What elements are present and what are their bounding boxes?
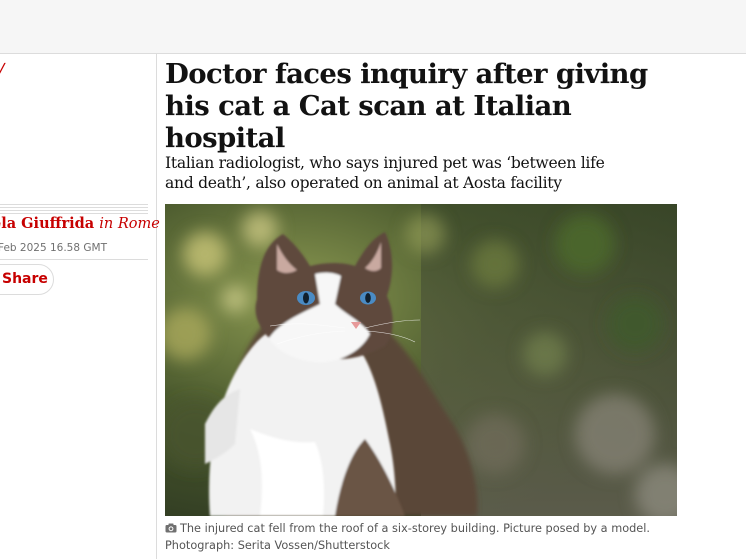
author-link[interactable]: ela Giuffrida — [0, 215, 94, 232]
share-button-label: Share — [2, 271, 48, 287]
section-kicker[interactable]: / — [0, 60, 6, 81]
article-headline: Doctor faces inquiry after giving his ca… — [165, 58, 648, 154]
image-caption: The injured cat fell from the roof of a … — [165, 521, 685, 554]
byline-location: in Rome — [99, 216, 160, 232]
cat-photo-illustration — [165, 204, 677, 516]
site-header-bar — [0, 0, 746, 54]
column-divider — [156, 54, 157, 559]
article-standfirst: Italian radiologist, who says injured pe… — [165, 154, 605, 192]
photo-credit: Photograph: Serita Vossen/Shutterstock — [165, 539, 390, 552]
publish-date[interactable]: Feb 2025 16.58 GMT — [0, 242, 107, 254]
camera-icon — [165, 522, 177, 538]
byline-divider — [0, 204, 148, 215]
byline: ela Giuffrida in Rome — [0, 215, 160, 232]
caption-text: The injured cat fell from the roof of a … — [180, 522, 650, 535]
article-main-image[interactable] — [165, 204, 677, 516]
meta-divider — [0, 259, 148, 260]
